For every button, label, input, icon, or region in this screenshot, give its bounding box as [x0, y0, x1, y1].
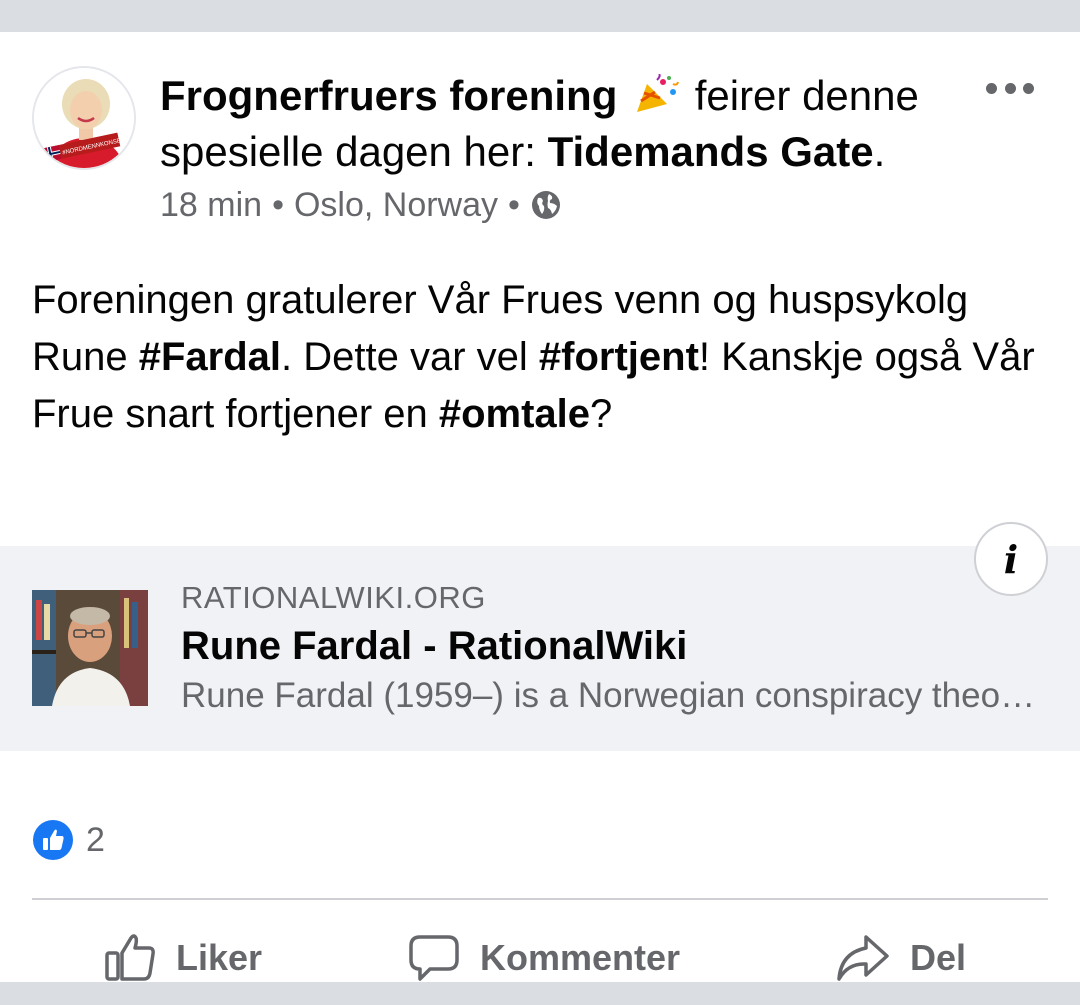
hashtag-omtale[interactable]: #omtale: [439, 392, 590, 436]
link-domain: RATIONALWIKI.ORG: [181, 580, 486, 615]
author-avatar[interactable]: #NORDMENNKONSERVE: [32, 66, 136, 170]
more-dot-icon: [986, 82, 997, 94]
post-time[interactable]: 18 min: [160, 186, 262, 225]
more-options-button[interactable]: [986, 76, 1034, 100]
feed-gap-top: [0, 0, 1080, 32]
like-icon: [32, 819, 74, 861]
link-thumbnail-image: [32, 590, 148, 706]
post-header: Frognerfruers forening feirer denne spes…: [160, 68, 960, 180]
post-text-segment: . Dette var vel: [281, 335, 539, 379]
more-dot-icon: [1023, 82, 1034, 94]
author-avatar-image: #NORDMENNKONSERVE: [34, 68, 134, 168]
post-text-segment: ?: [590, 392, 613, 436]
like-label: Liker: [176, 937, 263, 978]
meta-separator: •: [508, 185, 520, 224]
globe-icon: [530, 189, 562, 221]
link-thumbnail[interactable]: [32, 590, 148, 706]
post-card: #NORDMENNKONSERVE Frognerfruers forening…: [0, 32, 1080, 982]
share-button[interactable]: Del: [836, 928, 966, 988]
comment-bubble-icon: [409, 935, 459, 981]
like-button[interactable]: Liker: [104, 928, 262, 988]
info-icon: i: [1003, 536, 1019, 582]
comment-button[interactable]: Kommenter: [408, 928, 680, 988]
hashtag-fardal[interactable]: #Fardal: [139, 335, 281, 379]
share-arrow-icon: [837, 935, 889, 981]
reaction-summary[interactable]: 2: [32, 818, 105, 862]
post-meta: 18 min • Oslo, Norway •: [160, 182, 562, 228]
post-place[interactable]: Oslo, Norway: [294, 186, 498, 225]
author-name[interactable]: Frognerfruers forening: [160, 72, 617, 119]
link-title[interactable]: Rune Fardal - RationalWiki: [181, 624, 687, 669]
divider: [32, 898, 1048, 900]
location-suffix: .: [873, 128, 886, 175]
meta-separator: •: [272, 185, 284, 224]
link-description: Rune Fardal (1959–) is a Norwegian consp…: [181, 676, 1041, 715]
party-popper-icon: [633, 72, 680, 112]
share-label: Del: [910, 937, 967, 978]
comment-label: Kommenter: [480, 937, 681, 978]
thumbs-up-icon: [105, 934, 155, 981]
post-text: Foreningen gratulerer Vår Frues venn og …: [32, 272, 1042, 443]
location-tag[interactable]: Tidemands Gate: [548, 128, 874, 175]
more-dot-icon: [1004, 82, 1016, 94]
info-button[interactable]: i: [974, 522, 1048, 596]
reaction-count: 2: [86, 820, 105, 859]
hashtag-fortjent[interactable]: #fortjent: [539, 335, 699, 379]
feed-gap-bottom: [0, 982, 1080, 1005]
